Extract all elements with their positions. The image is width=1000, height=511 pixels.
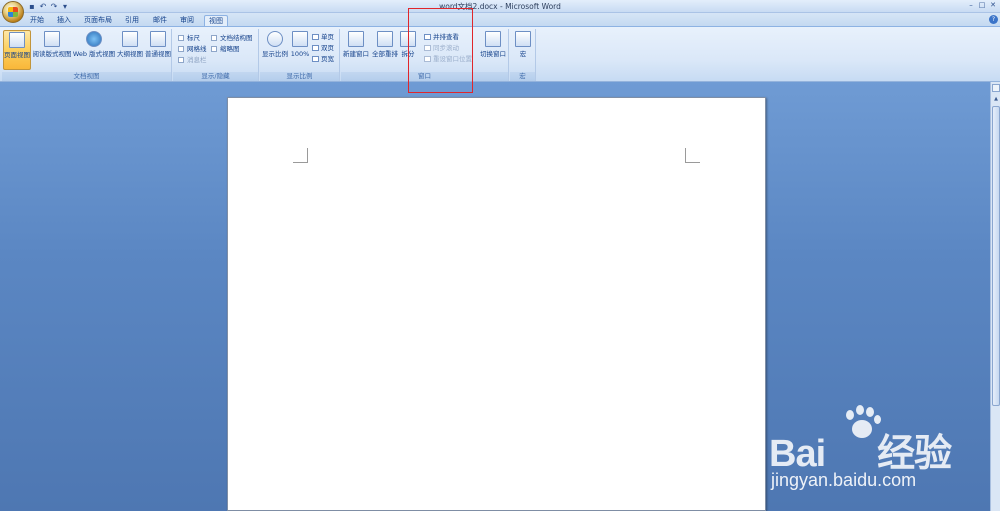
- window-title: word文档2.docx - Microsoft Word: [439, 2, 561, 11]
- ruler-checkbox[interactable]: 标尺: [178, 34, 200, 42]
- gridlines-checkbox[interactable]: 网格线: [178, 45, 207, 53]
- highlight-box: [408, 8, 473, 93]
- window-controls: – □ ✕: [966, 1, 998, 10]
- group-document-views: 页面视图 阅读版式视图 Web 版式视图 大纲视图 普通视图 文档视图: [2, 29, 172, 81]
- title-bar: ▪ ↶ ↷ ▾ word文档2.docx - Microsoft Word – …: [0, 0, 1000, 13]
- print-layout-button[interactable]: 页面视图: [3, 30, 31, 70]
- watermark-brand: Bai 经验: [769, 433, 952, 475]
- document-map-checkbox[interactable]: 文档结构图: [211, 34, 253, 42]
- message-bar-checkbox[interactable]: 消息栏: [178, 56, 207, 64]
- web-globe-icon: [86, 31, 102, 47]
- margin-corner-top-left: [293, 148, 308, 163]
- margin-corner-top-right: [685, 148, 700, 163]
- tab-mailings[interactable]: 邮件: [149, 15, 171, 26]
- one-page-button[interactable]: 单页: [312, 33, 334, 41]
- new-window-button[interactable]: 新建窗口: [342, 30, 370, 70]
- tab-home[interactable]: 开始: [26, 15, 48, 26]
- tab-review[interactable]: 审阅: [176, 15, 198, 26]
- scroll-up-icon[interactable]: ▲: [992, 95, 1000, 103]
- group-zoom: 显示比例 100% 单页 双页 页宽 显示比例: [260, 29, 340, 81]
- minimize-button[interactable]: –: [966, 1, 976, 10]
- office-button[interactable]: [2, 1, 24, 23]
- group-label: 宏: [510, 72, 535, 81]
- watermark-url: jingyan.baidu.com: [771, 470, 917, 490]
- two-pages-button[interactable]: 双页: [312, 44, 334, 52]
- draft-icon: [150, 31, 166, 47]
- web-layout-button[interactable]: Web 版式视图: [72, 30, 116, 70]
- arrange-all-button[interactable]: 全部重排: [371, 30, 399, 70]
- group-label: 文档视图: [2, 72, 171, 81]
- zoom-100-button[interactable]: 100%: [289, 30, 311, 70]
- ribbon: 页面视图 阅读版式视图 Web 版式视图 大纲视图 普通视图 文档视图 标尺 网…: [0, 26, 1000, 82]
- tab-insert[interactable]: 插入: [53, 15, 75, 26]
- tab-references[interactable]: 引用: [121, 15, 143, 26]
- scroll-thumb[interactable]: [992, 106, 1000, 406]
- macros-button[interactable]: 宏: [513, 30, 533, 70]
- group-label: 显示比例: [260, 72, 339, 81]
- baidu-jingyan-watermark: Bai 经验 jingyan.baidu.com: [766, 402, 990, 492]
- switch-windows-button[interactable]: 切换窗口: [477, 30, 509, 70]
- reading-view-icon: [44, 31, 60, 47]
- new-window-icon: [348, 31, 364, 47]
- page-view-icon: [9, 32, 25, 48]
- arrange-all-icon: [377, 31, 393, 47]
- vertical-scrollbar[interactable]: ▲: [990, 82, 1000, 511]
- page-width-button[interactable]: 页宽: [312, 55, 334, 63]
- group-label: 显示/隐藏: [173, 72, 258, 81]
- group-macros: 宏 宏: [510, 29, 536, 81]
- close-button[interactable]: ✕: [988, 1, 998, 10]
- view-ruler-button[interactable]: [992, 84, 1000, 92]
- reading-layout-button[interactable]: 阅读版式视图: [32, 30, 72, 70]
- tab-page-layout[interactable]: 页面布局: [81, 15, 115, 26]
- outline-view-button[interactable]: 大纲视图: [116, 30, 144, 70]
- page-100-icon: [292, 31, 308, 47]
- zoom-button[interactable]: 显示比例: [261, 30, 289, 70]
- outline-icon: [122, 31, 138, 47]
- magnifier-icon: [267, 31, 283, 47]
- help-icon[interactable]: ?: [989, 15, 998, 24]
- group-show-hide: 标尺 网格线 消息栏 文档结构图 缩略图 显示/隐藏: [173, 29, 259, 81]
- maximize-button[interactable]: □: [977, 1, 987, 10]
- office-logo-icon: [8, 7, 18, 17]
- thumbnails-checkbox[interactable]: 缩略图: [211, 45, 240, 53]
- switch-windows-icon: [485, 31, 501, 47]
- document-page[interactable]: [227, 97, 766, 511]
- draft-view-button[interactable]: 普通视图: [144, 30, 172, 70]
- ribbon-tabs: 开始 插入 页面布局 引用 邮件 审阅 视图: [0, 13, 1000, 26]
- macros-icon: [515, 31, 531, 47]
- tab-view[interactable]: 视图: [204, 15, 228, 26]
